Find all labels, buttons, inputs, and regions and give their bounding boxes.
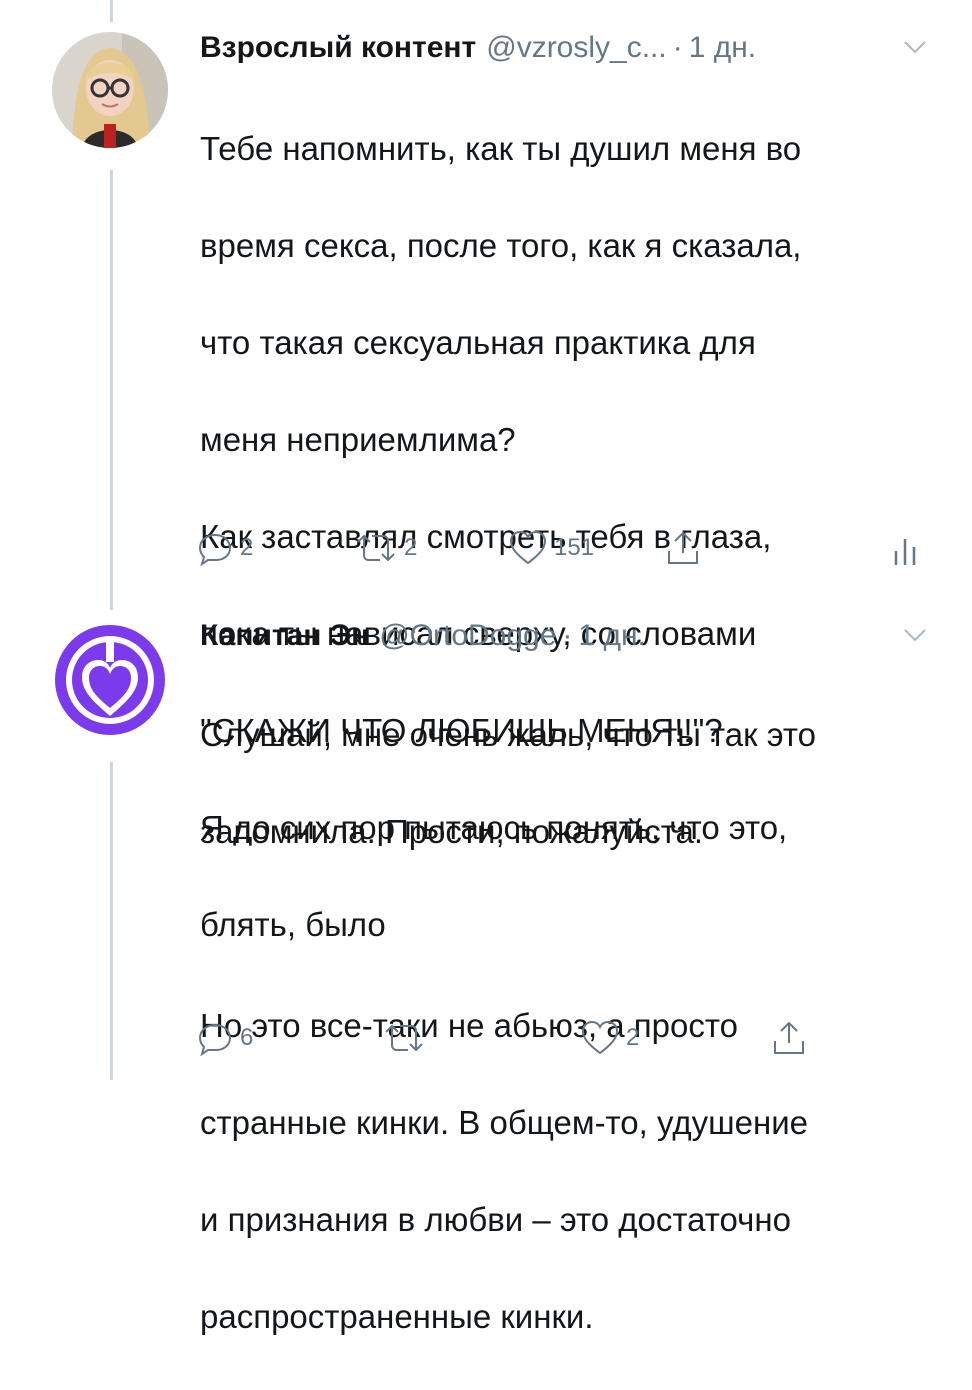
tweet-line: время секса, после того, как я сказала, [200, 226, 802, 264]
tweet-text: Слушай, мне очень жаль, что ты так это з… [200, 662, 940, 1390]
like-count: 151 [554, 534, 595, 561]
tweet-line: Но это все-таки не абьюз, а просто [200, 1006, 738, 1044]
tweet-line: распространенные кинки. [200, 1297, 594, 1335]
user-photo-avatar-icon [52, 32, 168, 148]
reply-button[interactable]: 2 [196, 526, 253, 570]
retweet-icon [385, 1024, 423, 1052]
user-handle[interactable]: @vzrosly_c... [486, 28, 666, 68]
like-count: 2 [626, 1024, 640, 1051]
retweet-button[interactable]: 2 [354, 526, 417, 570]
display-name[interactable]: Взрослый контент [200, 28, 476, 68]
separator: · [562, 619, 573, 652]
tweet-1[interactable]: Взрослый контент @vzrosly_c... · 1 дн. Т… [0, 0, 972, 943]
share-button[interactable] [770, 1016, 808, 1060]
tweet-line: Слушай, мне очень жаль, что ты так это [200, 715, 816, 753]
separator: · [672, 31, 683, 64]
chevron-down-icon[interactable] [898, 618, 932, 652]
timestamp[interactable]: 1 дн. [578, 616, 645, 656]
reply-icon [198, 533, 232, 567]
avatar[interactable] [52, 32, 168, 148]
reply-button[interactable]: 6 [196, 1016, 253, 1060]
retweet-icon [357, 534, 395, 562]
tweet-line: Тебе напомнить, как ты душил меня во [200, 129, 802, 167]
share-icon [668, 531, 698, 564]
analytics-button[interactable] [890, 526, 920, 570]
user-handle[interactable]: @OrtoDogge [379, 616, 556, 656]
heart-icon [581, 1020, 619, 1055]
timestamp[interactable]: 1 дн. [689, 28, 756, 68]
reply-count: 6 [240, 1024, 254, 1051]
tweet-line: и признания в любви – это достаточно [200, 1200, 791, 1238]
tweet-header: Капитан Эн @OrtoDogge · 1 дн. [200, 616, 932, 656]
tweet-line: что такая сексуальная практика для [200, 323, 756, 361]
like-button[interactable]: 2 [580, 1016, 639, 1060]
tweet-line: запомнила. Прости, пожалуйста. [200, 812, 704, 850]
avatar[interactable] [52, 622, 168, 738]
tweet-header: Взрослый контент @vzrosly_c... · 1 дн. [200, 28, 932, 68]
share-icon [774, 1021, 804, 1054]
reply-count: 2 [240, 534, 254, 561]
tweet-2[interactable]: Капитан Эн @OrtoDogge · 1 дн. Слушай, мн… [0, 600, 972, 1335]
tweet-line: странные кинки. В общем-то, удушение [200, 1103, 808, 1141]
share-button[interactable] [664, 526, 702, 570]
purple-heart-logo-avatar-icon [52, 622, 168, 738]
tweet-line [200, 905, 940, 954]
analytics-icon [894, 539, 916, 565]
chevron-down-icon[interactable] [898, 30, 932, 64]
tweet-line: меня неприемлима? [200, 420, 516, 458]
reply-icon [198, 1023, 232, 1057]
retweet-button[interactable] [382, 1016, 432, 1060]
heart-icon [509, 530, 547, 565]
display-name[interactable]: Капитан Эн [200, 616, 369, 656]
retweet-count: 2 [404, 534, 418, 561]
like-button[interactable]: 151 [508, 526, 594, 570]
